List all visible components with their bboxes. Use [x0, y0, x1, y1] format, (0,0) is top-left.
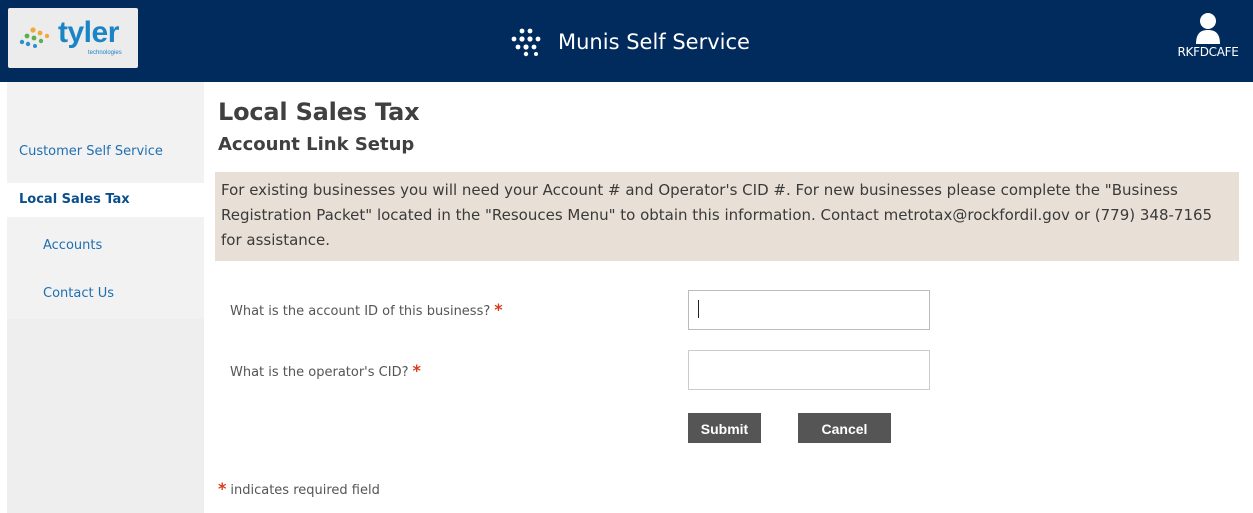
tyler-logo[interactable]: tyler technologies [8, 8, 138, 68]
required-marker: * [494, 300, 503, 319]
sidebar: Customer Self Service Local Sales Tax Ac… [7, 82, 204, 513]
page-subtitle: Account Link Setup [218, 134, 415, 155]
munis-dots-icon [511, 28, 541, 57]
app-title-group: Munis Self Service [508, 24, 750, 60]
account-id-input[interactable] [688, 290, 930, 330]
account-id-label: What is the account ID of this business?… [230, 300, 503, 319]
user-name: RKFDCAFE [1177, 45, 1239, 59]
required-marker: * [412, 361, 421, 380]
info-message: For existing businesses you will need yo… [215, 172, 1239, 261]
sidebar-item-accounts[interactable]: Accounts [7, 229, 204, 263]
required-note-text: indicates required field [230, 483, 380, 498]
logo-text: tyler [58, 16, 119, 49]
tyler-logo-icon [19, 27, 50, 48]
logo-subtext: technologies [88, 50, 122, 56]
operator-cid-input[interactable] [688, 350, 930, 390]
sidebar-item-local-sales-tax[interactable]: Local Sales Tax [7, 183, 204, 217]
sidebar-item-customer-self-service[interactable]: Customer Self Service [7, 135, 204, 169]
sidebar-item-contact-us[interactable]: Contact Us [7, 277, 204, 311]
operator-cid-label: What is the operator's CID? * [230, 361, 421, 380]
page-title: Local Sales Tax [218, 98, 420, 126]
app-title: Munis Self Service [558, 30, 750, 54]
user-icon [1196, 13, 1220, 44]
user-menu[interactable]: RKFDCAFE [1172, 12, 1244, 59]
sidebar-nav: Customer Self Service Local Sales Tax Ac… [7, 82, 204, 319]
top-header: tyler technologies Munis Self Service RK… [0, 0, 1253, 82]
text-cursor [698, 300, 699, 318]
account-id-label-text: What is the account ID of this business? [230, 304, 491, 319]
required-field-note: * indicates required field [218, 479, 380, 498]
submit-button[interactable]: Submit [688, 413, 761, 443]
required-marker: * [218, 479, 227, 498]
operator-cid-label-text: What is the operator's CID? [230, 365, 409, 380]
cancel-button[interactable]: Cancel [798, 413, 891, 443]
